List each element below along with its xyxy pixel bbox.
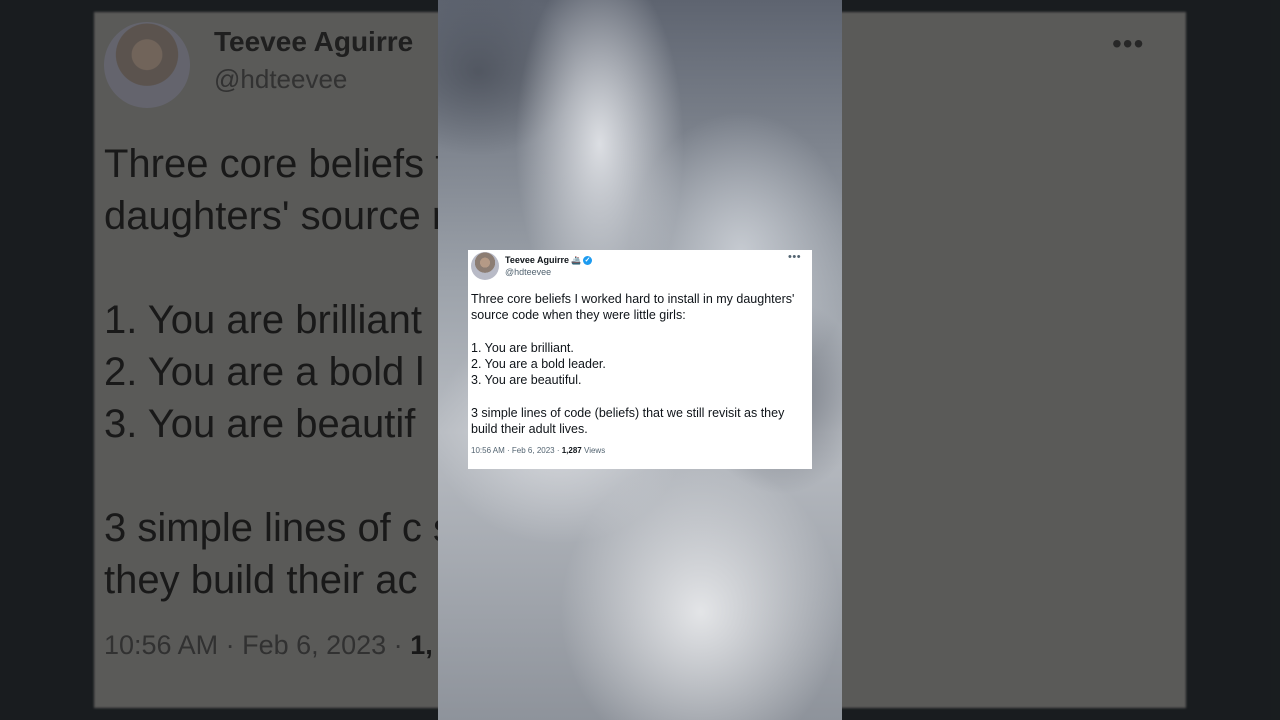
author-handle[interactable]: @hdteevee <box>505 267 551 277</box>
tweet-text: Three core beliefs I worked hard to inst… <box>471 292 795 437</box>
tweet-card: Teevee Aguirre 🚢 ✓ @hdteevee ••• Three cor… <box>468 250 812 469</box>
author-name[interactable]: Teevee Aguirre 🚢 ✓ <box>505 255 592 266</box>
views-count: 1,287 <box>561 446 582 455</box>
more-options-icon[interactable]: ••• <box>788 251 801 263</box>
views-label: Views <box>584 446 606 455</box>
tweet-time[interactable]: 10:56 AM <box>471 446 505 455</box>
verified-badge-icon: ✓ <box>583 256 592 266</box>
tweet-meta: 10:56 AM · Feb 6, 2023 · 1,287 Views <box>471 446 606 455</box>
tweet-date[interactable]: Feb 6, 2023 <box>512 446 555 455</box>
ship-emoji-icon: 🚢 <box>571 256 581 265</box>
author-avatar[interactable] <box>471 252 499 280</box>
